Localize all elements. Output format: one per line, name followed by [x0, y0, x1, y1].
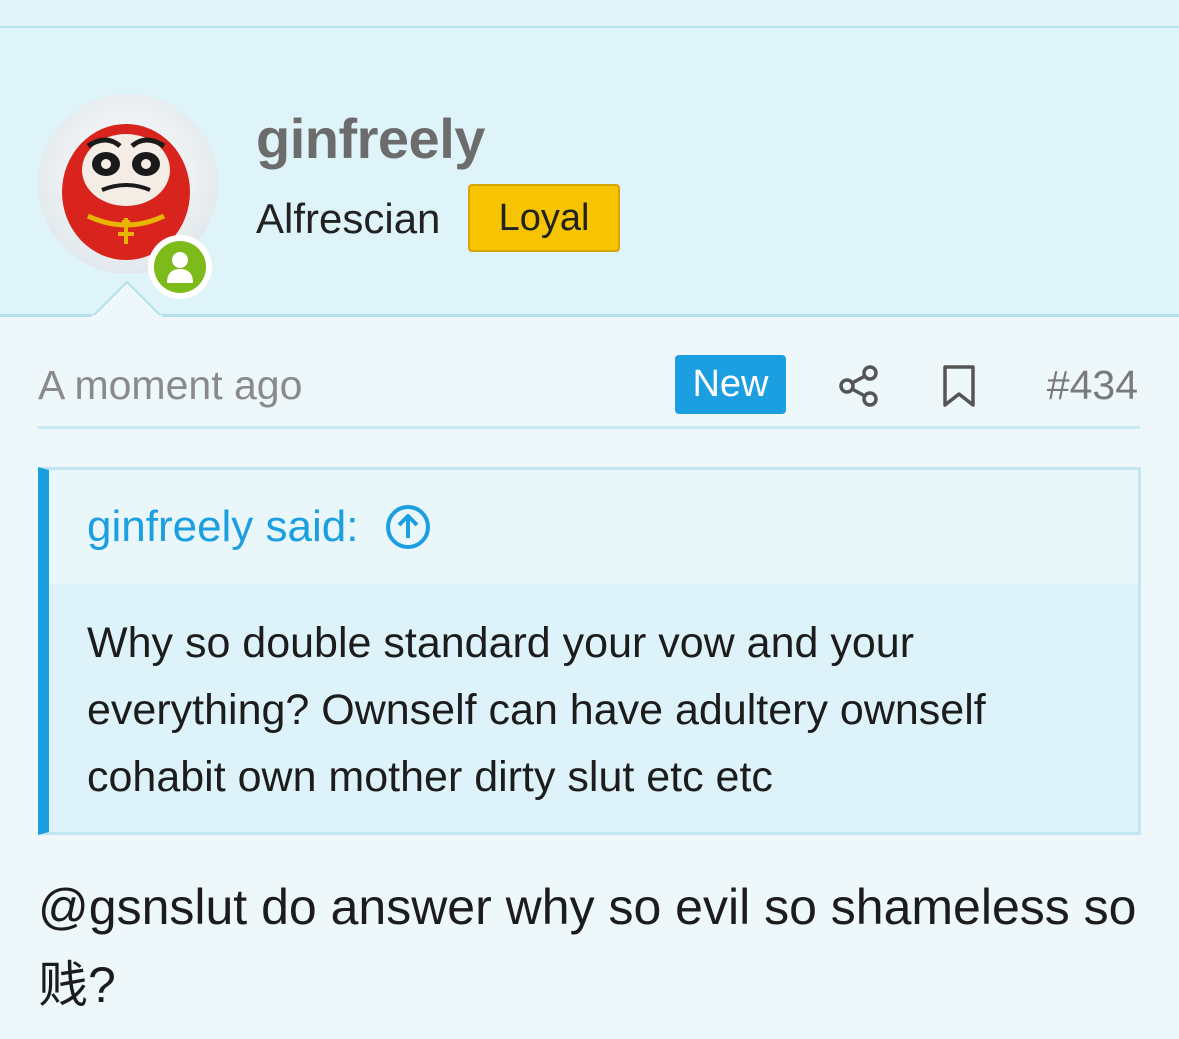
quote-author[interactable]: ginfreely said:	[87, 502, 358, 552]
quote-block: ginfreely said: Why so double standard y…	[38, 467, 1141, 835]
post-meta-bar: A moment ago New #434	[38, 350, 1140, 429]
post-number[interactable]: #434	[1047, 362, 1138, 409]
user-badge: Loyal	[468, 184, 620, 252]
user-online-icon	[154, 241, 206, 293]
user-header: ginfreely Alfrescian Loyal	[0, 28, 1179, 317]
username[interactable]: ginfreely	[256, 106, 485, 171]
quote-body: Why so double standard your vow and your…	[49, 584, 1138, 832]
share-icon[interactable]	[838, 364, 880, 413]
arrow-up-circle-icon[interactable]	[384, 503, 432, 551]
post-timestamp[interactable]: A moment ago	[38, 362, 302, 409]
quote-header: ginfreely said:	[49, 470, 1138, 584]
user-title: Alfrescian	[256, 195, 441, 242]
top-strip	[0, 0, 1179, 28]
user-block-pointer	[92, 281, 162, 317]
online-status	[148, 235, 212, 299]
new-badge: New	[675, 355, 786, 414]
post-message: @gsnslut do answer why so evil so shamel…	[38, 879, 1137, 1013]
bookmark-icon[interactable]	[941, 364, 977, 413]
quote-text: Why so double standard your vow and your…	[87, 619, 986, 801]
